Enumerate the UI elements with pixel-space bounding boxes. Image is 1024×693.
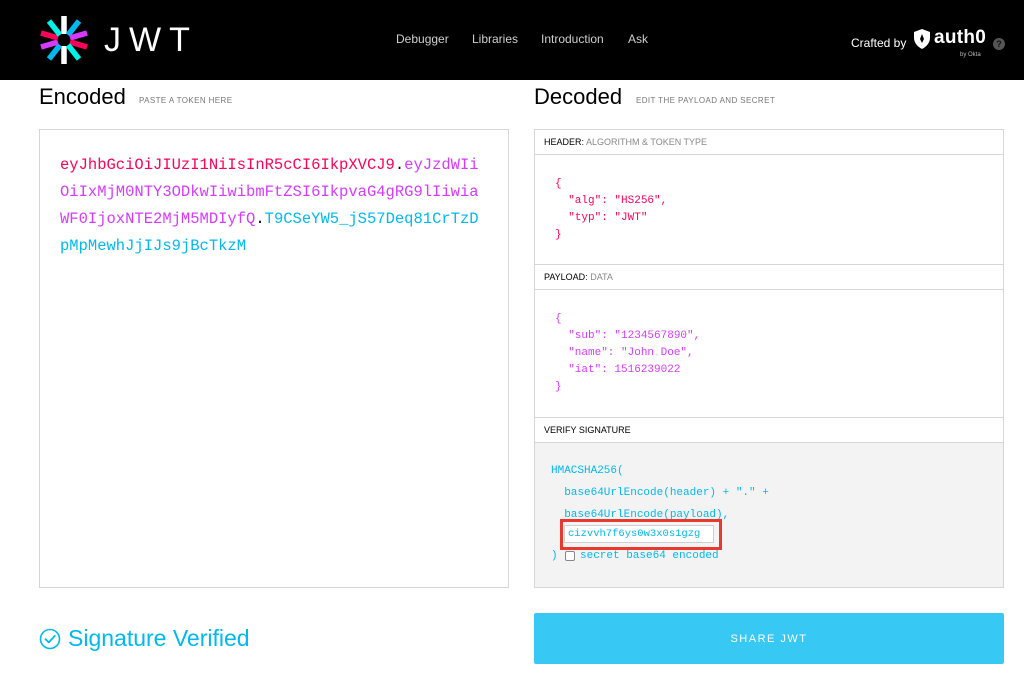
header-json-editor[interactable]: { "alg": "HS256", "typ": "JWT"} (555, 176, 667, 244)
top-bar: JWT Debugger Libraries Introduction Ask … (0, 0, 1024, 80)
nav-introduction[interactable]: Introduction (541, 31, 604, 47)
secret-base64-label[interactable]: secret base64 encoded (580, 547, 719, 565)
verify-signature-heading: VERIFY SIGNATURE (535, 418, 1003, 443)
encode-header-line: base64UrlEncode(header) + "." + (551, 487, 769, 499)
signature-status: Signature Verified (68, 625, 250, 651)
auth0-shield-icon[interactable] (912, 28, 932, 50)
encode-payload-line: base64UrlEncode(payload), (551, 509, 730, 521)
payload-section-label: PAYLOAD: (544, 272, 588, 282)
signature-code: HMACSHA256( base64UrlEncode(header) + ".… (551, 460, 769, 526)
json-line: "sub": "1234567890", (555, 330, 701, 342)
decoded-title: Decoded (534, 84, 623, 109)
encoded-token-text[interactable]: eyJhbGciOiJIUzI1NiIsInR5cCI6IkpXVCJ9.eyJ… (60, 152, 480, 260)
payload-section-heading: PAYLOAD: DATA (535, 265, 1003, 290)
help-icon[interactable]: ? (993, 38, 1005, 50)
token-header-part: eyJhbGciOiJIUzI1NiIsInR5cCI6IkpXVCJ9 (60, 156, 395, 174)
by-okta-label: by Okta (960, 52, 981, 58)
secret-base64-checkbox[interactable] (565, 551, 575, 561)
header-section-sublabel: ALGORITHM & TOKEN TYPE (586, 137, 708, 147)
token-dot: . (255, 210, 265, 228)
auth0-logo-text[interactable]: auth0 (934, 26, 986, 50)
json-line: } (555, 381, 562, 393)
header-section-heading: HEADER: ALGORITHM & TOKEN TYPE (535, 130, 1003, 155)
crafted-by-label: Crafted by (851, 36, 907, 50)
json-line: { (555, 313, 562, 325)
token-dot: . (394, 156, 405, 174)
payload-json-editor[interactable]: { "sub": "1234567890", "name": "John Doe… (555, 311, 700, 396)
decoded-panel: HEADER: ALGORITHM & TOKEN TYPE { "alg": … (534, 129, 1004, 588)
nav-ask[interactable]: Ask (628, 31, 648, 47)
json-line: "iat": 1516239022 (555, 364, 681, 376)
payload-section-sublabel: DATA (590, 272, 613, 282)
verify-signature-label: VERIFY SIGNATURE (544, 425, 631, 435)
encoded-subtitle: PASTE A TOKEN HERE (139, 96, 233, 105)
json-line: { (555, 178, 562, 190)
share-jwt-button[interactable]: SHARE JWT (534, 613, 1004, 664)
nav-debugger[interactable]: Debugger (396, 31, 449, 47)
decoded-subtitle: EDIT THE PAYLOAD AND SECRET (636, 96, 776, 105)
encoded-token-editor[interactable]: eyJhbGciOiJIUzI1NiIsInR5cCI6IkpXVCJ9.eyJ… (39, 129, 509, 588)
json-line: "name": "John Doe", (555, 347, 694, 359)
close-paren: ) (551, 550, 558, 562)
nav-libraries[interactable]: Libraries (472, 31, 518, 47)
header-section-label: HEADER: (544, 137, 585, 147)
check-circle-icon (39, 628, 61, 650)
json-line: "alg": "HS256", (555, 195, 668, 207)
secret-input[interactable] (564, 525, 714, 543)
encoded-title: Encoded (39, 84, 126, 109)
json-line: "typ": "JWT" (555, 212, 648, 224)
json-line: } (555, 229, 562, 241)
verify-signature-area: HMACSHA256( base64UrlEncode(header) + ".… (535, 443, 1003, 587)
hmac-function: HMACSHA256( (551, 465, 624, 477)
